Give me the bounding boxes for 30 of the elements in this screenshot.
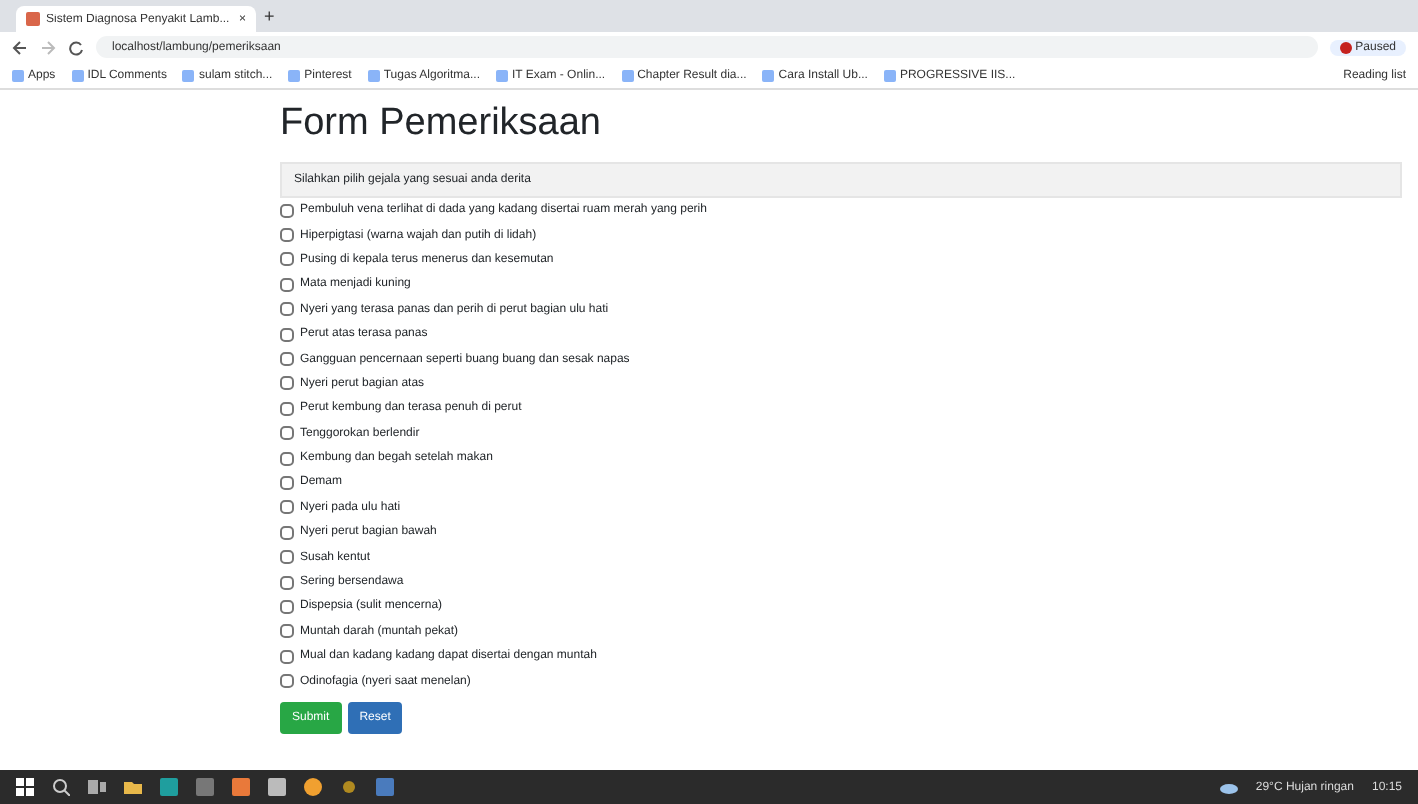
symptom-checkbox[interactable]	[280, 475, 294, 490]
symptom-checkbox[interactable]	[280, 252, 294, 267]
symptom-checkbox[interactable]	[280, 277, 294, 292]
symptom-checkbox[interactable]	[280, 649, 294, 664]
symptom-checkbox[interactable]	[280, 525, 294, 540]
folder-icon[interactable]	[124, 778, 142, 796]
symptom-checkbox[interactable]	[280, 500, 294, 515]
reload-icon[interactable]	[68, 39, 84, 55]
symptom-checkbox[interactable]	[280, 575, 294, 590]
symptom-checkbox[interactable]	[280, 327, 294, 342]
symptom-checkbox[interactable]	[280, 352, 294, 367]
search-icon[interactable]	[52, 778, 70, 796]
start-icon[interactable]	[16, 778, 34, 796]
new-tab-button[interactable]: +	[264, 6, 275, 26]
symptom-checkbox[interactable]	[280, 228, 294, 243]
symptom-checkbox[interactable]	[280, 426, 294, 441]
task-view-icon[interactable]	[88, 778, 106, 796]
symptom-checkbox[interactable]	[280, 203, 294, 218]
symptom-checkbox[interactable]	[280, 674, 294, 689]
page-icon	[26, 12, 40, 26]
back-icon[interactable]	[12, 39, 28, 55]
symptom-checkbox[interactable]	[280, 376, 294, 391]
page-title: Form Pemeriksaan	[280, 102, 603, 146]
symptom-checkbox[interactable]	[280, 401, 294, 416]
symptom-checkbox[interactable]	[280, 451, 294, 466]
symptom-checkbox[interactable]	[280, 302, 294, 317]
symptom-checkbox[interactable]	[280, 599, 294, 614]
symptom-checkbox[interactable]	[280, 624, 294, 639]
cloud-icon	[1219, 778, 1238, 796]
symptom-checkbox[interactable]	[280, 550, 294, 565]
